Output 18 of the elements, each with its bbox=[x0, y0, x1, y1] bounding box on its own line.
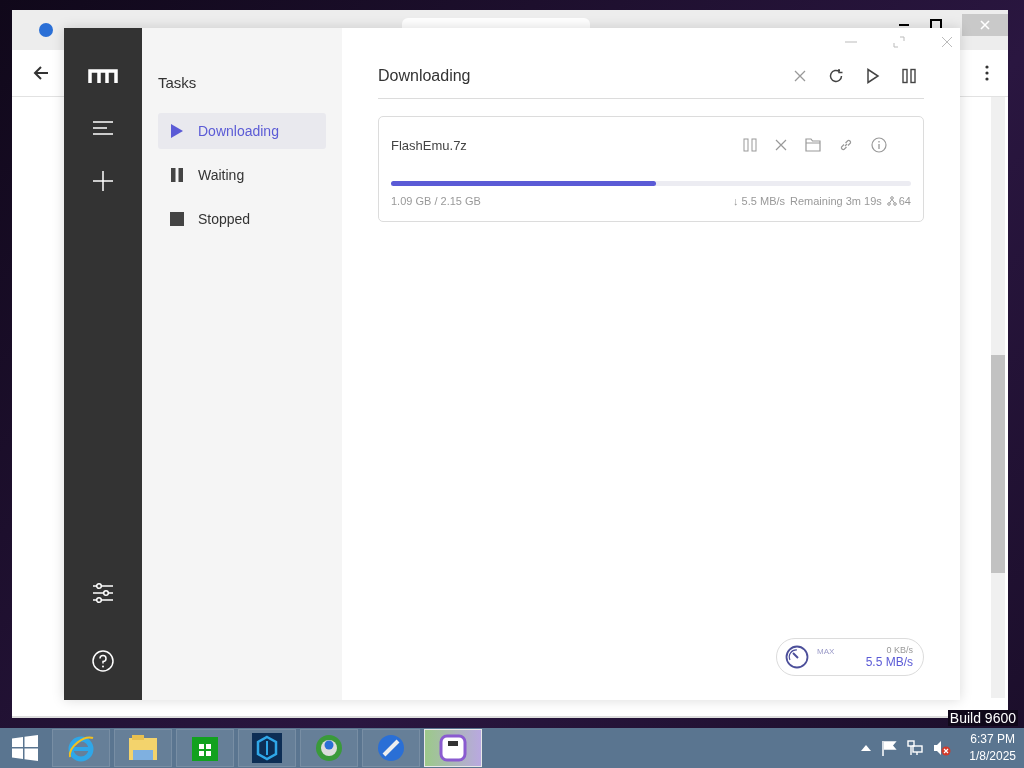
sidebar-item[interactable]: Waiting bbox=[158, 157, 326, 193]
time-text: 6:37 PM bbox=[970, 731, 1015, 748]
build-label: Build 9600 bbox=[947, 710, 1018, 726]
download-speed: 5.5 MB/s bbox=[865, 655, 913, 669]
progress-text: 1.09 GB / 2.15 GB bbox=[391, 195, 481, 207]
date-text: 1/8/2025 bbox=[969, 748, 1016, 765]
remaining-text: Remaining 3m 19s bbox=[790, 195, 882, 207]
task-card[interactable]: FlashEmu.7z 1.09 GB / 2.15 GB ↓ 5.5 MB/s Remaining 3m 19s 64 bbox=[378, 116, 924, 222]
upload-speed: 0 KB/s bbox=[886, 645, 913, 655]
speed-text: ↓ 5.5 MB/s bbox=[733, 195, 786, 207]
page-title: Downloading bbox=[378, 66, 471, 85]
max-label: MAX bbox=[817, 647, 835, 656]
file-name: FlashEmu.7z bbox=[391, 137, 467, 153]
sidebar-item[interactable]: Stopped bbox=[158, 201, 326, 237]
sidebar-title: Tasks bbox=[158, 74, 198, 91]
connections-count: 64 bbox=[898, 195, 911, 207]
sidebar-item[interactable]: Downloading bbox=[158, 113, 326, 149]
clock[interactable]: 6:37 PM 1/8/2025 bbox=[969, 731, 1016, 765]
